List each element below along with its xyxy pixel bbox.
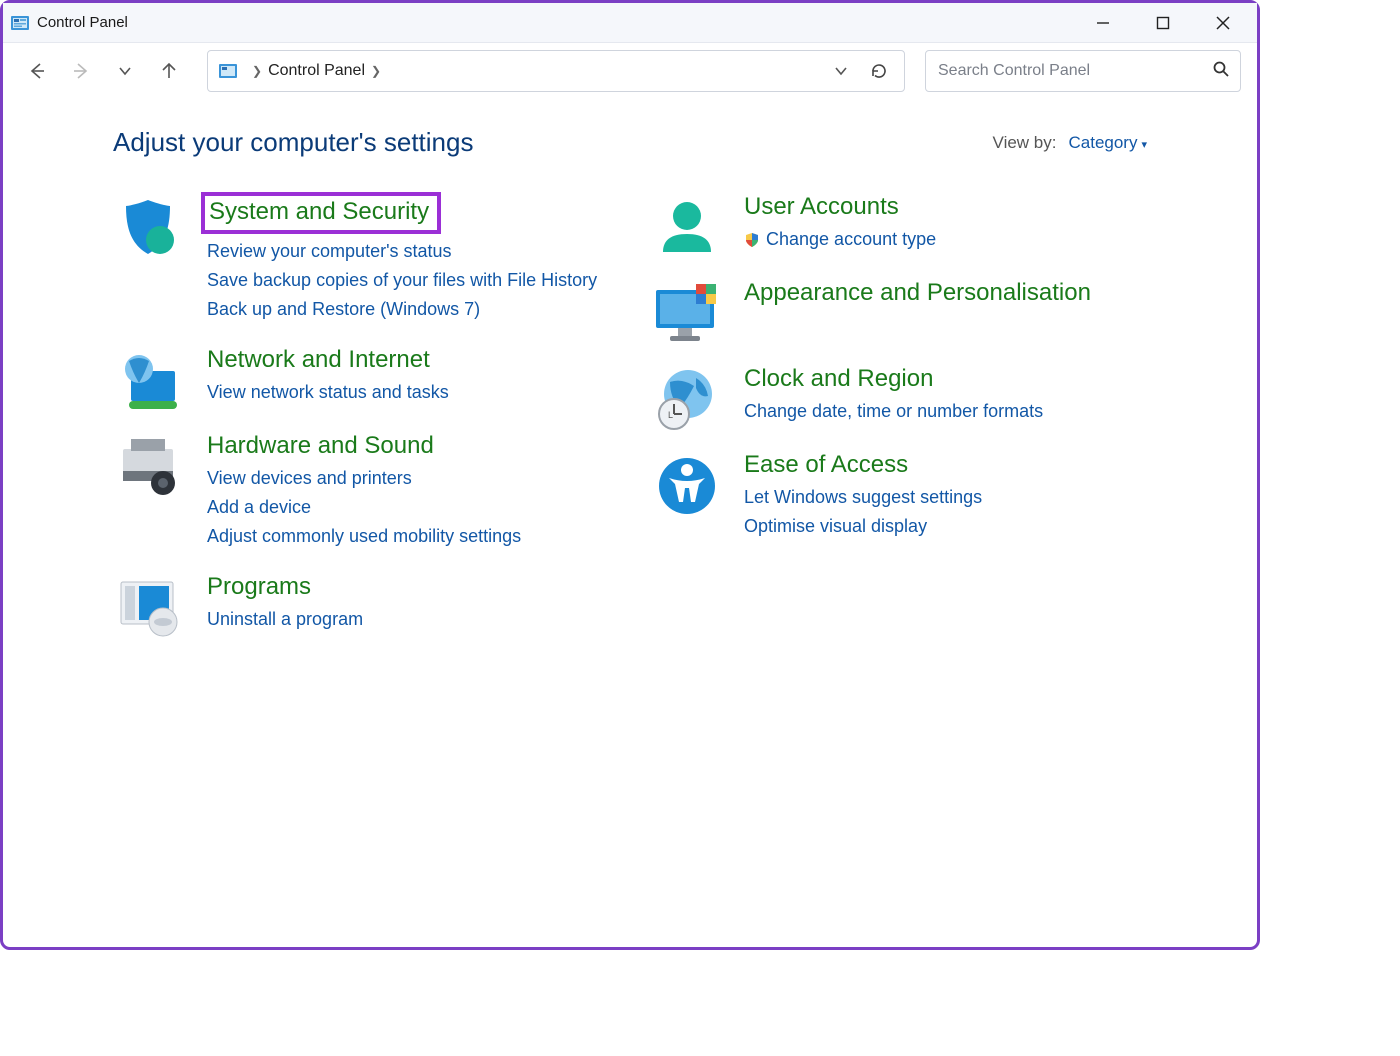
view-by-dropdown[interactable]: Category ▾: [1068, 133, 1147, 153]
category-user-accounts: User Accounts Change account type: [650, 192, 1147, 256]
monitor-icon: [650, 278, 724, 342]
accessibility-icon: [650, 450, 724, 514]
printer-icon: [113, 431, 187, 495]
view-by-label: View by:: [993, 133, 1057, 153]
chevron-right-icon[interactable]: ❯: [252, 64, 262, 78]
category-programs: Programs Uninstall a program: [113, 572, 610, 636]
view-by-control: View by: Category ▾: [993, 133, 1147, 153]
link-change-date-time[interactable]: Change date, time or number formats: [744, 398, 1147, 425]
link-add-device[interactable]: Add a device: [207, 494, 610, 521]
category-title-hardware[interactable]: Hardware and Sound: [207, 431, 434, 461]
uac-shield-icon: [744, 232, 760, 248]
link-change-account-type-text: Change account type: [766, 226, 936, 253]
link-review-status[interactable]: Review your computer's status: [207, 238, 610, 265]
content-area: Adjust your computer's settings View by:…: [3, 99, 1257, 656]
category-network-internet: Network and Internet View network status…: [113, 345, 610, 409]
page-heading: Adjust your computer's settings: [113, 127, 473, 158]
back-button[interactable]: [19, 53, 55, 89]
search-icon[interactable]: [1212, 60, 1230, 83]
shield-icon: [113, 192, 187, 256]
window-controls: [1087, 7, 1249, 39]
programs-icon: [113, 572, 187, 636]
toolbar: ❯ Control Panel ❯: [3, 43, 1257, 99]
up-button[interactable]: [151, 53, 187, 89]
search-bar[interactable]: [925, 50, 1241, 92]
maximize-button[interactable]: [1147, 7, 1179, 39]
user-icon: [650, 192, 724, 256]
category-title-ease-of-access[interactable]: Ease of Access: [744, 450, 908, 480]
svg-text:L: L: [668, 410, 673, 420]
link-mobility-settings[interactable]: Adjust commonly used mobility settings: [207, 523, 610, 550]
titlebar: Control Panel: [3, 3, 1257, 43]
category-title-system-security[interactable]: System and Security: [201, 192, 441, 234]
window-title: Control Panel: [37, 14, 128, 31]
recent-locations-button[interactable]: [107, 53, 143, 89]
address-control-panel-icon: [218, 61, 238, 81]
control-panel-icon: [11, 14, 29, 32]
category-title-programs[interactable]: Programs: [207, 572, 311, 602]
link-uninstall-program[interactable]: Uninstall a program: [207, 606, 610, 633]
category-title-user-accounts[interactable]: User Accounts: [744, 192, 899, 222]
close-button[interactable]: [1207, 7, 1239, 39]
link-backup-restore[interactable]: Back up and Restore (Windows 7): [207, 296, 610, 323]
network-icon: [113, 345, 187, 409]
globe-clock-icon: L: [650, 364, 724, 428]
category-clock-region: L Clock and Region Change date, time or …: [650, 364, 1147, 428]
category-title-clock-region[interactable]: Clock and Region: [744, 364, 933, 394]
link-devices-printers[interactable]: View devices and printers: [207, 465, 610, 492]
search-input[interactable]: [936, 61, 1206, 81]
category-title-network[interactable]: Network and Internet: [207, 345, 430, 375]
refresh-button[interactable]: [864, 56, 894, 86]
category-title-appearance[interactable]: Appearance and Personalisation: [744, 278, 1091, 308]
category-hardware-sound: Hardware and Sound View devices and prin…: [113, 431, 610, 550]
category-ease-of-access: Ease of Access Let Windows suggest setti…: [650, 450, 1147, 540]
caret-down-icon: ▾: [1141, 139, 1147, 151]
forward-button[interactable]: [63, 53, 99, 89]
chevron-right-icon[interactable]: ❯: [371, 64, 381, 78]
breadcrumb[interactable]: Control Panel: [268, 62, 365, 80]
link-file-history[interactable]: Save backup copies of your files with Fi…: [207, 267, 610, 294]
link-windows-suggest[interactable]: Let Windows suggest settings: [744, 484, 1147, 511]
address-dropdown-button[interactable]: [826, 56, 856, 86]
link-optimise-display[interactable]: Optimise visual display: [744, 513, 1147, 540]
view-by-value-text: Category: [1068, 133, 1137, 152]
link-network-status[interactable]: View network status and tasks: [207, 379, 610, 406]
link-change-account-type[interactable]: Change account type: [744, 226, 1147, 253]
category-system-security: System and Security Review your computer…: [113, 192, 610, 323]
category-appearance: Appearance and Personalisation: [650, 278, 1147, 342]
minimize-button[interactable]: [1087, 7, 1119, 39]
address-bar[interactable]: ❯ Control Panel ❯: [207, 50, 905, 92]
